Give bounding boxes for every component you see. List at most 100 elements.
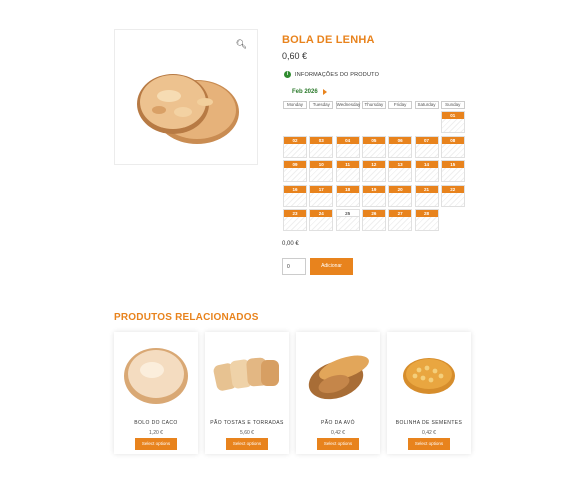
calendar-day-number: 20 <box>389 185 412 193</box>
calendar-day[interactable]: 10 <box>309 160 334 182</box>
select-options-button[interactable]: Select options <box>408 438 450 450</box>
weekday-header: Tuesday <box>309 101 334 109</box>
calendar-day[interactable]: 04 <box>335 135 360 158</box>
calendar-empty-cell <box>414 111 439 133</box>
calendar-day-number: 05 <box>362 136 385 144</box>
calendar-day-number: 16 <box>284 185 306 193</box>
calendar-day[interactable]: 03 <box>309 135 334 158</box>
product-card-bolinha-de-sementes[interactable]: BOLINHA DE SEMENTES 0,42 € Select option… <box>387 332 471 454</box>
calendar-day[interactable]: 16 <box>283 184 307 207</box>
product-price: 0,42 € <box>422 430 436 436</box>
calendar-day[interactable]: 09 <box>283 160 307 182</box>
calendar-day-number: 25 <box>336 210 359 217</box>
calendar-day-number: 14 <box>415 161 438 168</box>
weekday-header: Thursday <box>361 101 386 109</box>
calendar-day[interactable]: 19 <box>361 184 386 207</box>
calendar-day-number: 02 <box>284 136 306 144</box>
calendar-day-number: 17 <box>310 185 333 193</box>
calendar-day[interactable]: 21 <box>414 184 439 207</box>
product-card-bolo-do-caco[interactable]: BOLO DO CACO 1,20 € Select options <box>114 332 198 454</box>
calendar-header: Feb 2026 <box>292 89 327 95</box>
calendar-day[interactable]: 06 <box>388 135 413 158</box>
calendar-day-number: 13 <box>389 161 412 168</box>
weekday-header: Wednesday <box>335 101 361 109</box>
calendar-day[interactable]: 02 <box>283 135 307 158</box>
bread-image <box>137 74 239 144</box>
add-to-cart-button[interactable]: Adicionar <box>310 258 353 275</box>
calendar-day[interactable]: 18 <box>335 184 360 207</box>
calendar-day-number: 11 <box>336 161 359 168</box>
calendar-day[interactable]: 20 <box>388 184 413 207</box>
related-products-title: PRODUTOS RELACIONADOS <box>114 312 259 323</box>
select-options-button[interactable]: Select options <box>317 438 359 450</box>
product-price: 0,60 € <box>282 51 308 61</box>
product-title: BOLA DE LENHA <box>282 34 375 46</box>
calendar-day-number: 07 <box>415 136 438 144</box>
calendar-day-number: 06 <box>389 136 412 144</box>
booking-total: 0,00 € <box>282 241 299 247</box>
calendar-day-number: 22 <box>441 185 464 193</box>
calendar-day-number: 03 <box>310 136 333 144</box>
weekday-header: Saturday <box>414 101 439 109</box>
calendar-day[interactable]: 23 <box>283 209 307 231</box>
calendar-day[interactable]: 27 <box>388 209 413 231</box>
select-options-button[interactable]: Select options <box>226 438 268 450</box>
bolo-do-caco-image <box>124 348 188 404</box>
calendar-month: Feb 2026 <box>292 89 318 95</box>
calendar-day-number: 18 <box>336 185 359 193</box>
calendar-day[interactable]: 05 <box>361 135 386 158</box>
bolinha-de-sementes-image <box>403 358 455 394</box>
calendar-day[interactable]: 28 <box>414 209 439 231</box>
calendar-day[interactable]: 13 <box>388 160 413 182</box>
product-card-pao-tostas[interactable]: PÃO TOSTAS E TORRADAS 5,60 € Select opti… <box>205 332 289 454</box>
calendar-day-number: 08 <box>441 136 464 144</box>
product-price: 1,20 € <box>149 430 163 436</box>
calendar-empty-cell <box>388 111 413 133</box>
next-month-icon[interactable] <box>322 89 327 95</box>
product-name[interactable]: BOLO DO CACO <box>114 420 198 426</box>
calendar-day-number: 27 <box>389 210 412 217</box>
product-name[interactable]: PÃO DA AVÓ <box>296 420 380 426</box>
calendar-day[interactable]: 22 <box>440 184 465 207</box>
product-price: 5,60 € <box>240 430 254 436</box>
calendar-day[interactable]: 26 <box>361 209 386 231</box>
weekday-header: Monday <box>283 101 307 109</box>
calendar-day[interactable]: 17 <box>309 184 334 207</box>
calendar-day[interactable]: 01 <box>440 111 465 133</box>
calendar-day[interactable]: 15 <box>440 160 465 182</box>
calendar-day-number: 24 <box>310 210 333 217</box>
product-card-pao-da-avo[interactable]: PÃO DA AVÓ 0,42 € Select options <box>296 332 380 454</box>
calendar-day-number: 10 <box>310 161 333 168</box>
calendar-day[interactable]: 24 <box>309 209 334 231</box>
product-name[interactable]: PÃO TOSTAS E TORRADAS <box>205 420 289 426</box>
pao-da-avo-image <box>308 355 369 400</box>
select-options-button[interactable]: Select options <box>135 438 177 450</box>
calendar-day-number: 28 <box>415 210 438 217</box>
info-icon: i <box>284 71 291 78</box>
calendar-day-number: 23 <box>284 210 306 217</box>
calendar-empty-cell <box>309 111 334 133</box>
product-name[interactable]: BOLINHA DE SEMENTES <box>387 420 471 426</box>
product-image[interactable]: 🔍︎ <box>114 29 258 165</box>
calendar-day-number: 19 <box>362 185 385 193</box>
calendar-day[interactable]: 14 <box>414 160 439 182</box>
calendar-day[interactable]: 08 <box>440 135 465 158</box>
quantity-input[interactable]: 0 <box>282 258 306 275</box>
calendar-empty-cell <box>361 111 386 133</box>
search-icon[interactable]: 🔍︎ <box>236 40 247 49</box>
calendar-day-number: 09 <box>284 161 306 168</box>
calendar-day[interactable]: 11 <box>335 160 360 182</box>
calendar-day[interactable]: 07 <box>414 135 439 158</box>
calendar-day[interactable]: 25 <box>335 209 360 231</box>
pao-tostas-image <box>213 357 279 391</box>
calendar-day-number: 26 <box>362 210 385 217</box>
product-info-link[interactable]: i INFORMAÇÕES DO PRODUTO <box>284 71 379 78</box>
weekday-header: Friday <box>388 101 413 109</box>
calendar-day-number: 15 <box>441 161 464 168</box>
calendar-day-number: 04 <box>336 136 359 144</box>
calendar-empty-cell <box>283 111 307 133</box>
calendar-day[interactable]: 12 <box>361 160 386 182</box>
product-info-label: INFORMAÇÕES DO PRODUTO <box>295 71 380 78</box>
product-price: 0,42 € <box>331 430 345 436</box>
calendar-empty-cell <box>335 111 360 133</box>
